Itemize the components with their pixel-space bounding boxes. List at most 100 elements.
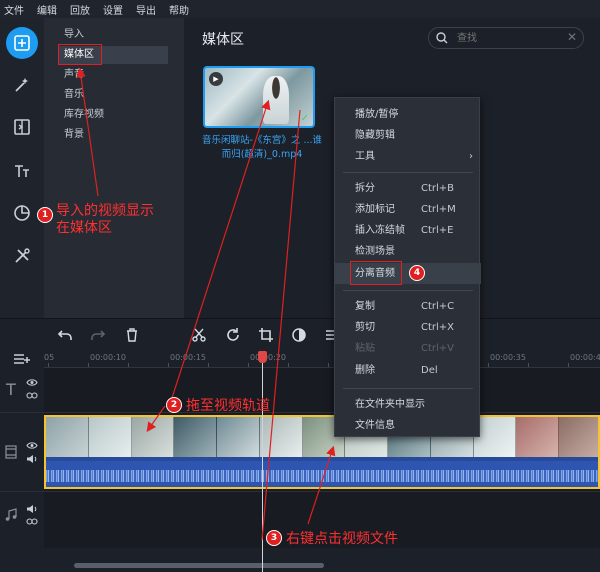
menu-item-paste: 粘贴 Ctrl+V — [355, 343, 455, 354]
timeline-toolbar — [0, 318, 600, 350]
page-title: 媒体区 — [202, 32, 244, 48]
rotate-icon[interactable] — [225, 327, 241, 343]
menu-item-freeze-frame[interactable]: 插入冻结帧 Ctrl+E — [335, 220, 481, 241]
ruler-label: 00:00:35 — [490, 353, 526, 362]
playhead-line — [262, 356, 263, 572]
clip-frame — [516, 417, 560, 457]
filters-button[interactable] — [6, 69, 38, 101]
more-tools-button[interactable] — [6, 240, 38, 272]
add-media-button[interactable] — [6, 27, 38, 59]
menubar: 文件 编辑 回放 设置 导出 帮助 — [0, 0, 600, 18]
scissors-icon[interactable] — [191, 327, 207, 343]
menu-item-add-marker[interactable]: 添加标记 Ctrl+M — [335, 199, 481, 220]
link-icon[interactable] — [26, 391, 38, 400]
menu-item-show-in-folder[interactable]: 在文件夹中显示 — [335, 394, 481, 415]
play-icon[interactable]: ▶ — [209, 72, 223, 86]
track-divider — [0, 491, 600, 492]
ruler-label: 00:00:10 — [90, 353, 126, 362]
ruler-label: 00:00:15 — [170, 353, 206, 362]
magic-wand-icon — [15, 78, 28, 92]
clip-frame — [88, 417, 132, 457]
clip-frames — [46, 417, 598, 457]
menu-item-delete[interactable]: 删除 Del — [335, 360, 481, 381]
tools-icon — [15, 248, 30, 263]
playhead-handle[interactable] — [258, 351, 267, 363]
eye-icon[interactable] — [26, 441, 38, 450]
chevron-right-icon: › — [469, 151, 473, 162]
redo-icon[interactable] — [90, 327, 106, 343]
media-clip-thumbnail[interactable]: ▶ ✓ — [203, 66, 315, 128]
ruler-tick — [88, 363, 89, 367]
category-sounds[interactable]: 声音 — [58, 66, 168, 84]
video-clip[interactable] — [44, 415, 600, 489]
timeline-ruler[interactable]: 05 00:00:10 00:00:15 00:00:20 00:00:35 0… — [44, 350, 600, 368]
add-track-icon[interactable] — [13, 352, 31, 366]
annotation-text-2: 拖至视频轨道 — [186, 398, 270, 414]
menu-separator — [343, 172, 473, 173]
category-import[interactable]: 导入 — [58, 26, 168, 44]
clear-search-icon[interactable]: ✕ — [567, 30, 577, 44]
menu-file[interactable]: 文件 — [4, 2, 24, 17]
step-badge-1: 1 — [37, 207, 53, 223]
title-track[interactable] — [44, 368, 600, 412]
color-adjust-icon[interactable] — [291, 327, 307, 343]
menu-help[interactable]: 帮助 — [169, 2, 189, 17]
audio-track-header — [0, 492, 44, 548]
eye-icon[interactable] — [26, 378, 38, 387]
stickers-icon — [14, 205, 30, 221]
clip-frame — [217, 417, 260, 457]
scrollbar-thumb[interactable] — [74, 563, 324, 568]
menu-item-cut[interactable]: 剪切 Ctrl+X — [335, 317, 481, 338]
media-clip-name: 音乐闲聊站-《东宫》之 ...谁而归(超清)_0.mp4 — [202, 135, 323, 160]
ruler-label: 05 — [44, 353, 55, 362]
clip-frame — [46, 417, 89, 457]
step-badge-3: 3 — [266, 530, 282, 546]
ruler-tick — [48, 363, 49, 367]
crop-icon[interactable] — [258, 327, 274, 343]
ruler-tick — [208, 363, 209, 367]
clip-frame — [131, 417, 175, 457]
menu-edit[interactable]: 编辑 — [37, 2, 57, 17]
highlight-box-detach-audio — [350, 261, 402, 285]
ruler-label: 00:00:20 — [250, 353, 286, 362]
menu-item-file-info[interactable]: 文件信息 — [335, 415, 481, 436]
ruler-tick — [328, 363, 329, 367]
menu-item-play-pause[interactable]: 播放/暂停 — [335, 104, 481, 125]
title-track-header: T — [0, 368, 44, 412]
menu-item-detect-scenes[interactable]: 检测场景 — [335, 241, 481, 262]
search-icon — [436, 32, 448, 44]
menu-separator — [343, 388, 473, 389]
annotation-text-3: 右键点击视频文件 — [286, 531, 398, 547]
speaker-icon[interactable] — [26, 504, 38, 514]
menu-settings[interactable]: 设置 — [103, 2, 123, 17]
step-badge-4: 4 — [409, 265, 425, 281]
trash-icon[interactable] — [124, 327, 140, 343]
add-track-area — [0, 350, 44, 368]
speaker-icon[interactable] — [26, 454, 38, 464]
ruler-tick — [528, 363, 529, 367]
ruler-tick — [248, 363, 249, 367]
menu-item-hide-clip[interactable]: 隐藏剪辑 — [335, 125, 481, 146]
search-input[interactable] — [457, 30, 557, 46]
clip-audio-waveform — [46, 461, 598, 487]
menu-export[interactable]: 导出 — [136, 2, 156, 17]
menu-item-split[interactable]: 拆分 Ctrl+B — [335, 178, 481, 199]
search-box[interactable]: ✕ — [428, 27, 584, 49]
menu-item-tools[interactable]: 工具 › — [335, 146, 481, 167]
transitions-button[interactable] — [6, 111, 38, 143]
titles-button[interactable] — [6, 155, 38, 187]
category-stock-video[interactable]: 库存视频 — [58, 106, 168, 124]
check-icon: ✓ — [300, 113, 309, 124]
category-music[interactable]: 音乐 — [58, 86, 168, 104]
ruler-tick — [128, 363, 129, 367]
category-backgrounds[interactable]: 背景 — [58, 126, 168, 144]
timeline-scrollbar[interactable] — [44, 560, 600, 572]
menu-item-copy[interactable]: 复制 Ctrl+C — [335, 296, 481, 317]
track-divider — [0, 412, 600, 413]
menu-playback[interactable]: 回放 — [70, 2, 90, 17]
add-media-icon — [14, 35, 30, 51]
stickers-button[interactable] — [6, 197, 38, 229]
tool-rail — [0, 18, 44, 318]
link-icon[interactable] — [26, 517, 38, 526]
undo-icon[interactable] — [57, 327, 73, 343]
